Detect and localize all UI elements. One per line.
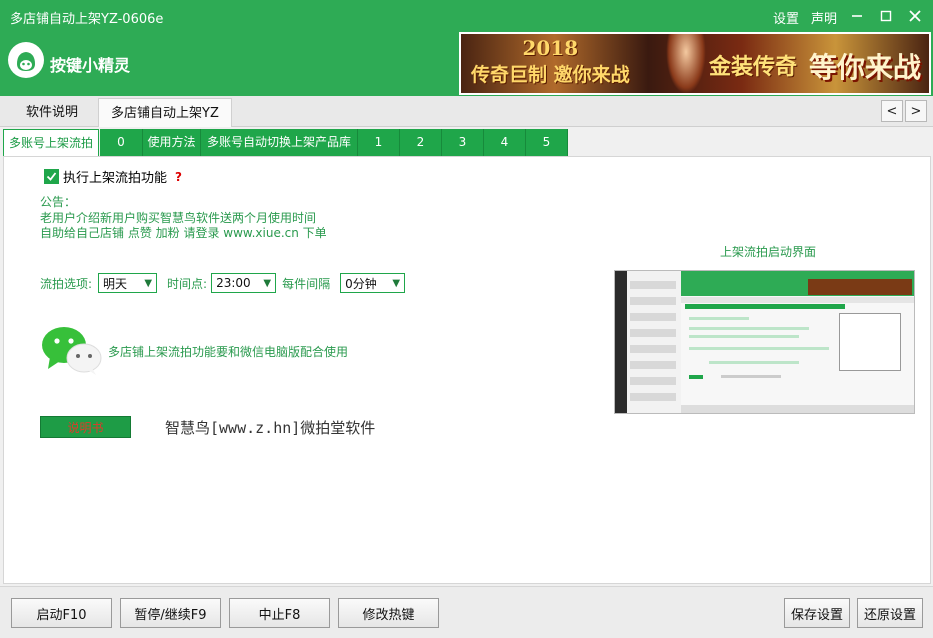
help-icon[interactable]: ?: [175, 170, 182, 184]
chevron-down-icon: ▼: [392, 277, 401, 289]
subtab-2[interactable]: 2: [400, 129, 442, 156]
save-settings-button[interactable]: 保存设置: [784, 598, 850, 628]
notice-text: 老用户介绍新用户购买智慧鸟软件送两个月使用时间 自助给自己店铺 点赞 加粉 请登…: [40, 211, 327, 241]
flow-option-label: 流拍选项:: [40, 276, 93, 291]
banner-headline: 2018 传奇巨制 邀你来战: [471, 36, 630, 86]
checkmark-icon[interactable]: [44, 169, 59, 184]
subtab-usage[interactable]: 使用方法: [143, 129, 201, 156]
tab-next-button[interactable]: >: [905, 100, 927, 122]
tab-prev-button[interactable]: <: [881, 100, 903, 122]
chevron-down-icon: ▼: [263, 277, 272, 289]
tab-multi-shop[interactable]: 多店铺自动上架YZ: [98, 98, 232, 127]
options-row: 流拍选项: 明天 ▼ 时间点: 23:00 ▼ 每件间隔 0分钟 ▼: [40, 273, 406, 293]
minimize-icon[interactable]: [845, 4, 869, 28]
chevron-down-icon: ▼: [144, 277, 153, 289]
banner-brand: 金装传奇: [709, 54, 798, 80]
subtab-1[interactable]: 1: [358, 129, 400, 156]
ad-banner[interactable]: 2018 传奇巨制 邀你来战 金装传奇 等你来战: [459, 32, 931, 95]
app-header: 按键小精灵 2018 传奇巨制 邀你来战 金装传奇 等你来战: [0, 32, 933, 96]
settings-menu[interactable]: 设置: [773, 8, 799, 27]
subtab-multi-account-listing[interactable]: 多账号上架流拍: [3, 129, 99, 156]
wechat-note: 多店铺上架流拍功能要和微信电脑版配合使用: [108, 345, 349, 359]
content-panel: 执行上架流拍功能 ? 公告： 老用户介绍新用户购买智慧鸟软件送两个月使用时间 自…: [3, 156, 931, 584]
title-bar: 多店铺自动上架YZ-0606e 设置 声明: [0, 0, 933, 32]
enable-listing-label: 执行上架流拍功能: [63, 171, 168, 186]
notice-line: 自助给自己店铺 点赞 加粉 请登录 www.xiue.cn 下单: [40, 226, 327, 240]
time-point-select[interactable]: 23:00 ▼: [211, 273, 277, 293]
restore-settings-button[interactable]: 还原设置: [857, 598, 923, 628]
start-button[interactable]: 启动F10: [11, 598, 112, 628]
statement-menu[interactable]: 声明: [811, 8, 837, 27]
logo-text: 按键小精灵: [50, 56, 131, 75]
main-tab-bar: 软件说明 多店铺自动上架YZ < >: [0, 96, 933, 127]
subtab-4[interactable]: 4: [484, 129, 526, 156]
tab-software-info[interactable]: 软件说明: [14, 98, 90, 127]
manual-button[interactable]: 说明书: [40, 416, 131, 438]
subtab-3[interactable]: 3: [442, 129, 484, 156]
startup-preview-image: [614, 270, 915, 414]
stop-button[interactable]: 中止F8: [229, 598, 330, 628]
change-hotkey-button[interactable]: 修改热键: [338, 598, 439, 628]
bottom-toolbar: 启动F10 暂停/继续F9 中止F8 修改热键 保存设置 还原设置: [0, 586, 933, 638]
banner-slogan: 等你来战: [809, 51, 922, 84]
banner-character-image: [666, 34, 706, 93]
flow-option-select[interactable]: 明天 ▼: [98, 273, 158, 293]
interval-label: 每件间隔: [282, 276, 331, 291]
subtab-5[interactable]: 5: [526, 129, 568, 156]
time-point-label: 时间点:: [167, 276, 208, 291]
subtab-0[interactable]: 0: [100, 129, 143, 156]
subtab-product-library[interactable]: 多账号自动切换上架产品库: [201, 129, 358, 156]
app-logo-icon: [8, 42, 44, 78]
window-title: 多店铺自动上架YZ-0606e: [10, 12, 164, 27]
brand-text: 智慧鸟[www.z.hn]微拍堂软件: [165, 419, 376, 437]
enable-listing-checkbox[interactable]: 执行上架流拍功能 ?: [44, 167, 182, 186]
wechat-icon: [40, 325, 104, 375]
screenshot-caption: 上架流拍启动界面: [720, 245, 817, 259]
notice-title: 公告：: [40, 195, 77, 209]
pause-resume-button[interactable]: 暂停/继续F9: [120, 598, 221, 628]
maximize-icon[interactable]: [874, 4, 898, 28]
interval-select[interactable]: 0分钟 ▼: [340, 273, 406, 293]
close-icon[interactable]: [903, 4, 927, 28]
notice-line: 老用户介绍新用户购买智慧鸟软件送两个月使用时间: [40, 211, 317, 225]
